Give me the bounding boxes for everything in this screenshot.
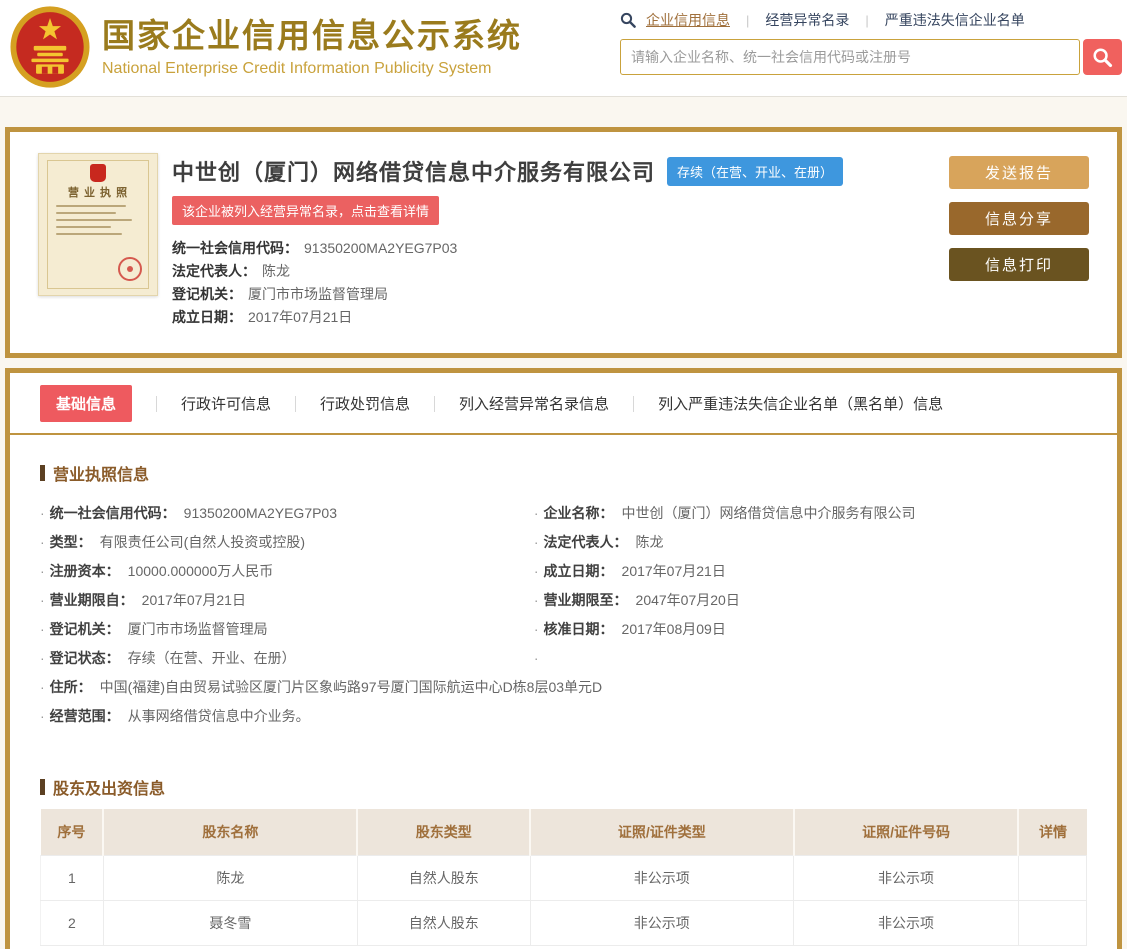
shareholder-table: 序号 股东名称 股东类型 证照/证件类型 证照/证件号码 详情 1 陈龙 自然人…	[40, 809, 1088, 946]
nav-blacklist[interactable]: 严重违法失信企业名单	[883, 10, 1027, 30]
summary-fields: 统一社会信用代码： 91350200MA2YEG7P03 法定代表人： 陈龙 登记机…	[172, 237, 949, 329]
send-report-button[interactable]: 发送报告	[949, 156, 1089, 189]
summary-field-registry: 登记机关： 厦门市市场监督管理局	[172, 286, 388, 302]
field-legal-rep: 法定代表人：陈龙	[534, 528, 1087, 557]
tab-basic-info[interactable]: 基础信息	[40, 385, 133, 422]
search-icon	[620, 12, 636, 28]
tab-separator	[434, 395, 436, 412]
license-emblem-icon	[90, 164, 106, 182]
search-type-nav: 企业信用信息 | 经营异常名录 | 严重违法失信企业名单	[620, 10, 1122, 30]
abnormal-warning-banner[interactable]: 该企业被列入经营异常名录，点击查看详情	[172, 196, 440, 225]
nav-enterprise-credit[interactable]: 企业信用信息	[644, 10, 732, 30]
license-section-header: 营业执照信息	[40, 461, 1087, 485]
company-summary-main: 中世创（厦门）网络借贷信息中介服务有限公司 存续（在营、开业、在册） 该企业被列…	[158, 153, 949, 329]
shareholder-section-header: 股东及出资信息	[40, 775, 1087, 799]
print-info-button[interactable]: 信息打印	[949, 248, 1089, 281]
shareholder-section-title: 股东及出资信息	[53, 781, 166, 798]
license-thumb-frame: 营 业 执 照	[47, 160, 149, 289]
shareholder-table-header-row: 序号 股东名称 股东类型 证照/证件类型 证照/证件号码 详情	[40, 809, 1087, 855]
tab-separator	[295, 395, 297, 412]
tab-abnormal-list[interactable]: 列入经营异常名录信息	[459, 385, 609, 422]
license-text-line	[56, 205, 126, 207]
share-info-button[interactable]: 信息分享	[949, 202, 1089, 235]
summary-field-credit-code: 统一社会信用代码： 91350200MA2YEG7P03	[172, 240, 458, 256]
summary-field-est-date: 成立日期： 2017年07月21日	[172, 309, 353, 325]
business-license-thumbnail[interactable]: 营 业 执 照	[38, 153, 158, 296]
search-bar	[620, 39, 1122, 75]
license-red-seal	[118, 257, 142, 281]
national-emblem-icon	[10, 6, 90, 88]
summary-action-buttons: 发送报告 信息分享 信息打印	[949, 153, 1089, 329]
col-header-cert-no: 证照/证件号码	[793, 809, 1020, 855]
company-summary-card: 营 业 执 照 中世创（厦门）网络借贷信息中介服务有限公司 存续（在营、开业、在…	[5, 127, 1122, 358]
cell-no: 1	[40, 854, 104, 901]
cell-type: 自然人股东	[356, 899, 531, 946]
status-badge: 存续（在营、开业、在册）	[667, 156, 844, 186]
field-business-scope: 经营范围：从事网络借贷信息中介业务。	[40, 702, 1087, 731]
col-header-cert-type: 证照/证件类型	[530, 809, 795, 855]
section-bar-icon	[40, 465, 45, 481]
field-approval-date: 核准日期：2017年08月09日	[534, 615, 1087, 644]
cell-cert-no: 非公示项	[793, 899, 1019, 946]
col-header-detail: 详情	[1018, 809, 1087, 855]
field-registry-authority: 登记机关：厦门市市场监督管理局	[40, 615, 534, 644]
summary-field-legal-rep: 法定代表人： 陈龙	[172, 263, 290, 279]
site-header: 国家企业信用信息公示系统 National Enterprise Credit …	[0, 0, 1127, 97]
nav-abnormal-directory[interactable]: 经营异常名录	[763, 10, 851, 30]
tab-separator	[156, 395, 158, 412]
site-title-cn: 国家企业信用信息公示系统	[102, 17, 522, 54]
cell-detail	[1017, 899, 1088, 946]
section-bar-icon	[40, 779, 45, 795]
cell-cert-type: 非公示项	[529, 899, 795, 946]
license-fields-grid: 统一社会信用代码：91350200MA2YEG7P03 企业名称：中世创（厦门）…	[10, 495, 1117, 731]
search-submit-button[interactable]	[1083, 39, 1122, 75]
brand-text: 国家企业信用信息公示系统 National Enterprise Credit …	[102, 14, 522, 80]
license-text-line	[56, 219, 132, 221]
field-empty	[534, 644, 1087, 673]
col-header-type: 股东类型	[357, 809, 531, 855]
cell-cert-type: 非公示项	[529, 854, 795, 901]
search-icon	[1093, 47, 1113, 67]
field-establish-date: 成立日期：2017年07月21日	[534, 557, 1087, 586]
tab-admin-penalty[interactable]: 行政处罚信息	[320, 385, 410, 422]
cell-type: 自然人股东	[356, 854, 531, 901]
field-term-from: 营业期限自：2017年07月21日	[40, 586, 534, 615]
field-term-to: 营业期限至：2047年07月20日	[534, 586, 1087, 615]
license-thumb-title: 营 业 执 照	[67, 187, 129, 199]
cell-name: 陈龙	[102, 854, 358, 901]
field-registration-status: 登记状态：存续（在营、开业、在册）	[40, 644, 534, 673]
license-text-line	[56, 212, 116, 214]
nav-separator: |	[865, 12, 869, 28]
tab-blacklist-info[interactable]: 列入严重违法失信企业名单（黑名单）信息	[658, 385, 943, 422]
tab-separator	[633, 395, 635, 412]
brand: 国家企业信用信息公示系统 National Enterprise Credit …	[8, 4, 522, 90]
col-header-no: 序号	[40, 809, 105, 855]
col-header-name: 股东名称	[103, 809, 359, 855]
field-registered-capital: 注册资本：10000.000000万人民币	[40, 557, 534, 586]
license-text-line	[56, 233, 122, 235]
nav-separator: |	[746, 12, 750, 28]
cell-name: 聂冬雪	[102, 899, 358, 946]
shareholder-table-row: 2 聂冬雪 自然人股东 非公示项 非公示项	[40, 899, 1088, 946]
license-text-line	[56, 226, 111, 228]
company-detail-card: 基础信息 行政许可信息 行政处罚信息 列入经营异常名录信息 列入严重违法失信企业…	[5, 368, 1122, 949]
license-qr-code	[55, 254, 81, 280]
header-search-area: 企业信用信息 | 经营异常名录 | 严重违法失信企业名单	[620, 10, 1122, 75]
field-company-type: 类型：有限责任公司(自然人投资或控股)	[40, 528, 534, 557]
company-name: 中世创（厦门）网络借贷信息中介服务有限公司	[172, 160, 656, 185]
cell-cert-no: 非公示项	[793, 854, 1019, 901]
license-section-title: 营业执照信息	[53, 467, 150, 484]
search-input[interactable]	[620, 39, 1080, 75]
detail-tab-bar: 基础信息 行政许可信息 行政处罚信息 列入经营异常名录信息 列入严重违法失信企业…	[10, 373, 1117, 435]
field-address: 住所：中国(福建)自由贸易试验区厦门片区象屿路97号厦门国际航运中心D栋8层03…	[40, 673, 1087, 702]
cell-no: 2	[40, 899, 104, 946]
field-credit-code: 统一社会信用代码：91350200MA2YEG7P03	[40, 499, 534, 528]
site-title-en: National Enterprise Credit Information P…	[102, 60, 492, 77]
cell-detail	[1017, 854, 1088, 901]
tab-admin-license[interactable]: 行政许可信息	[181, 385, 271, 422]
field-company-name: 企业名称：中世创（厦门）网络借贷信息中介服务有限公司	[534, 499, 1087, 528]
shareholder-table-row: 1 陈龙 自然人股东 非公示项 非公示项	[40, 854, 1088, 901]
